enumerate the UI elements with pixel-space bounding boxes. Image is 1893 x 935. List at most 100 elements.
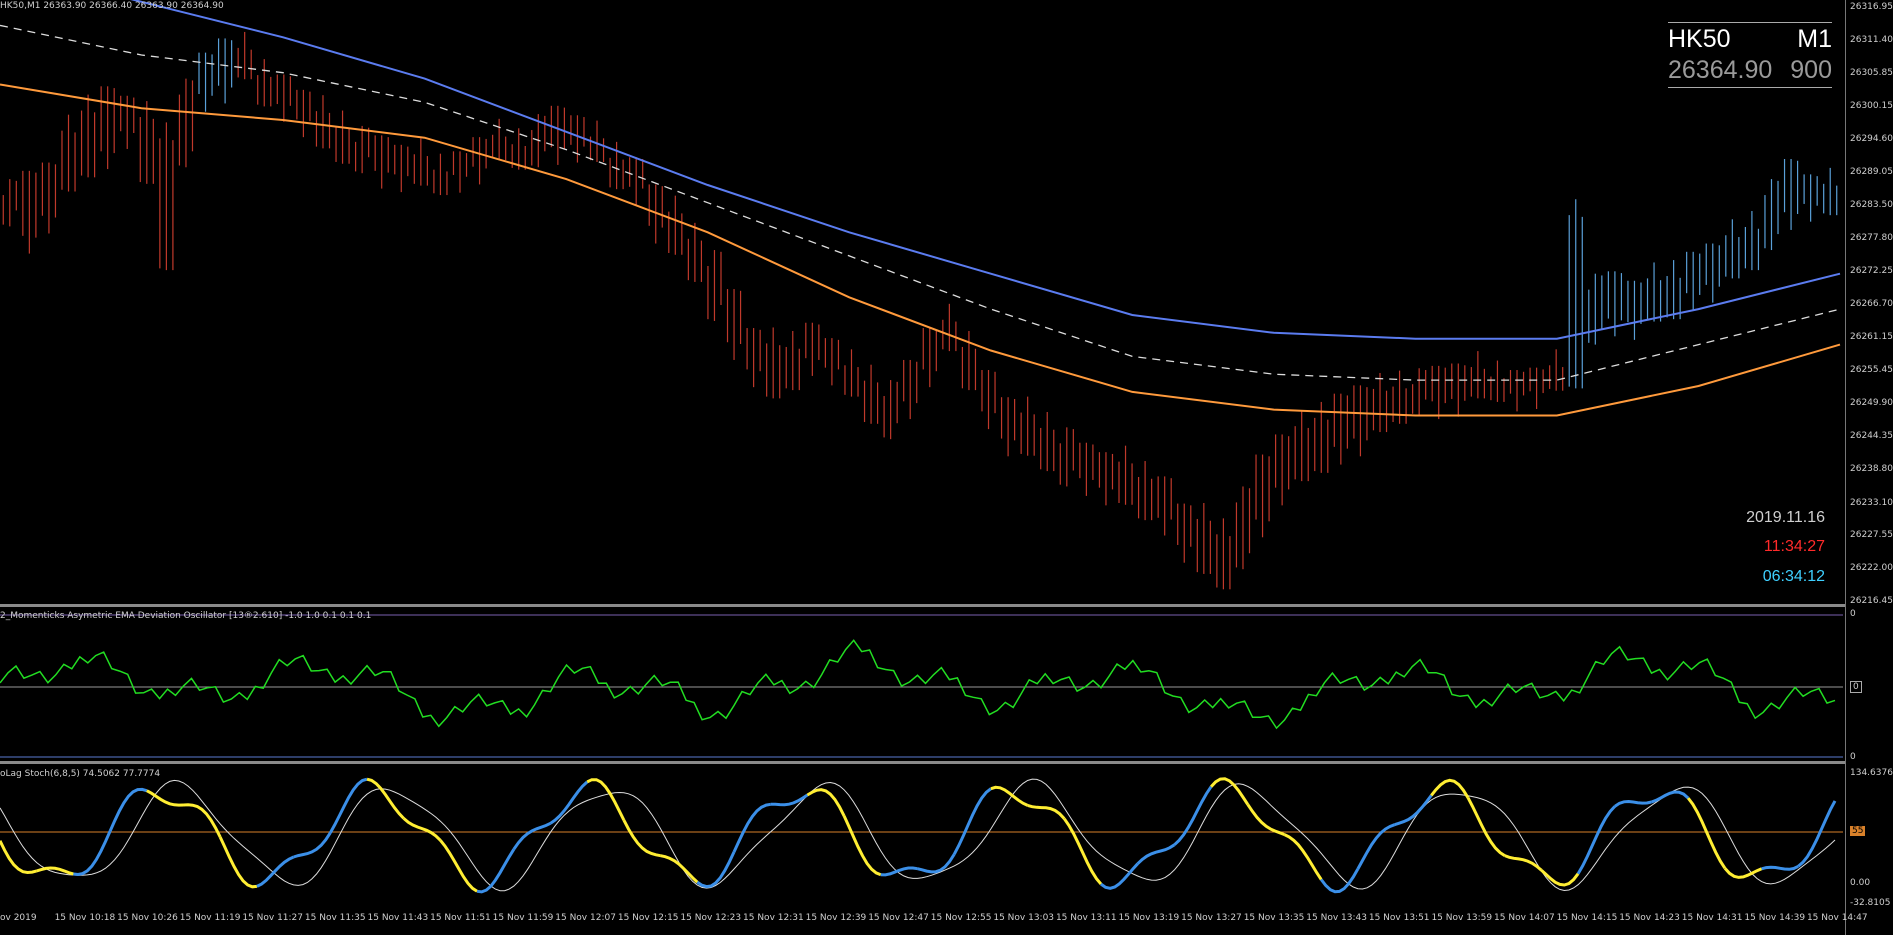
panel-separator-2[interactable] xyxy=(0,761,1845,764)
time-tick-label: 15 Nov 14:31 xyxy=(1681,913,1743,923)
price-tick-label: 26261.15 xyxy=(1850,331,1893,342)
time-tick-label: 15 Nov 10:18 xyxy=(54,913,116,923)
stoch-panel xyxy=(0,777,1843,894)
stoch-main-segment xyxy=(806,788,846,817)
symbol-box: HK50 M1 26364.90 900 xyxy=(1668,22,1832,88)
time-tick-label: 15 Nov 14:15 xyxy=(1556,913,1618,923)
clock-time-red: 11:34:27 xyxy=(1763,538,1825,555)
time-tick-label: 15 Nov 12:23 xyxy=(680,913,742,923)
stoch-main-segment xyxy=(108,787,148,832)
price-tick-label: 26277.80 xyxy=(1850,233,1893,244)
time-tick-label: 15 Nov 11:51 xyxy=(430,913,491,923)
stoch-main-segment xyxy=(917,853,956,874)
stoch-main-segment xyxy=(1723,867,1763,879)
stoch-main-segment xyxy=(1210,777,1250,806)
price-tick-label: 26289.05 xyxy=(1850,166,1893,177)
stoch-axis-zero: 0.00 xyxy=(1850,878,1871,888)
price-tick-label: 26316.95 xyxy=(1850,2,1893,12)
stoch-main-segment xyxy=(732,802,771,853)
time-tick-label: 15 Nov 14:23 xyxy=(1619,913,1680,923)
stoch-main-segment xyxy=(1797,800,1837,868)
ema-line xyxy=(0,83,1841,417)
panel-separator-1[interactable] xyxy=(0,604,1845,607)
time-tick-label: 15 Nov 13:35 xyxy=(1243,913,1305,923)
price-tick-label: 26294.60 xyxy=(1850,134,1893,145)
symbol-ohlc-header: HK50,M1 26363.90 26366.40 26363.90 26364… xyxy=(0,1,224,11)
stoch-main-segment xyxy=(36,866,74,876)
stoch-main-segment xyxy=(256,855,295,888)
price-tick-label: 26300.15 xyxy=(1850,101,1893,112)
price-tick-label: 26233.10 xyxy=(1850,497,1893,508)
time-tick-label: 15 Nov 14:39 xyxy=(1744,913,1806,923)
stoch-main-segment xyxy=(1576,805,1616,875)
stoch-main-segment xyxy=(512,821,552,851)
time-tick-label: 15 Nov 13:11 xyxy=(1055,913,1117,923)
time-tick-label: 15 Nov 10:26 xyxy=(117,913,178,923)
price-tick-label: 26283.50 xyxy=(1850,199,1893,210)
stoch-main-segment xyxy=(293,831,332,859)
time-tick-label: 15 Nov 13:03 xyxy=(993,913,1055,923)
stoch-main-segment xyxy=(696,851,736,889)
time-tick-label: 15 Nov 12:31 xyxy=(743,913,804,923)
stoch-title: oLag Stoch(6,8,5) 74.5062 77.7774 xyxy=(0,769,161,779)
clock-time-cyan: 06:34:12 xyxy=(1762,568,1825,585)
price-tick-label: 26249.90 xyxy=(1850,398,1893,409)
time-tick-label: 15 Nov 12:47 xyxy=(868,913,929,923)
stoch-main-segment xyxy=(1687,797,1727,870)
osc-axis-top: 0 xyxy=(1850,609,1856,619)
time-tick-label: 15 Nov 12:15 xyxy=(617,913,679,923)
stoch-level-label: 55 xyxy=(1850,826,1866,836)
oscillator-line xyxy=(0,639,1836,730)
stoch-main-segment xyxy=(366,777,405,820)
price-tick-label: 26222.00 xyxy=(1850,563,1893,574)
price-tick-label: 26266.70 xyxy=(1850,299,1893,309)
bid-price: 26364.90 xyxy=(1668,56,1773,84)
price-tick-label: 26305.85 xyxy=(1850,67,1893,78)
stoch-axis-top: 134.6376 xyxy=(1850,768,1893,778)
symbol-name: HK50 xyxy=(1668,25,1731,53)
stoch-signal-line xyxy=(0,778,1836,892)
price-axis-line xyxy=(1845,0,1846,935)
osc-axis-bottom: 0 xyxy=(1850,752,1856,762)
stoch-main-segment xyxy=(1613,799,1652,808)
osc-axis-mid: 0 xyxy=(1850,681,1862,693)
stoch-main-segment xyxy=(1650,790,1690,804)
time-tick-label: 15 Nov 11:27 xyxy=(242,913,304,923)
price-tick-label: 26238.80 xyxy=(1850,463,1893,474)
time-tick-label: 15 Nov 14:07 xyxy=(1494,913,1555,923)
price-tick-label: 26227.55 xyxy=(1850,530,1893,541)
ema-line xyxy=(130,0,1841,340)
price-bars xyxy=(2,31,1838,590)
stoch-main-segment xyxy=(1466,797,1506,857)
stoch-axis-bottom: -32.8105 xyxy=(1850,898,1891,908)
stoch-main-segment xyxy=(476,848,516,894)
time-tick-label: 15 Nov 11:59 xyxy=(492,913,554,923)
time-tick-label: 15 Nov 12:07 xyxy=(555,913,616,923)
stoch-main-segment xyxy=(1283,833,1323,881)
time-tick-label: 15 Nov 12:55 xyxy=(930,913,992,923)
stoch-main-segment xyxy=(439,839,478,893)
time-tick-label: 15 Nov 13:59 xyxy=(1431,913,1493,923)
stoch-main-segment xyxy=(586,778,626,821)
time-tick-label: 15 Nov 11:35 xyxy=(304,913,366,923)
time-tick-label: ov 2019 xyxy=(0,913,37,923)
stoch-main-segment xyxy=(990,785,1029,807)
price-tick-label: 26311.40 xyxy=(1850,34,1893,45)
stoch-main-segment xyxy=(402,817,442,842)
time-tick-label: 15 Nov 13:19 xyxy=(1118,913,1180,923)
time-tick-label: 15 Nov 14:47 xyxy=(1806,913,1868,923)
time-tick-label: 15 Nov 11:19 xyxy=(179,913,241,923)
stoch-main-segment xyxy=(880,866,918,877)
stoch-main-segment xyxy=(1063,817,1103,886)
stoch-main-segment xyxy=(770,793,809,807)
stoch-main-segment xyxy=(1761,864,1799,871)
price-tick-label: 26255.45 xyxy=(1850,365,1893,376)
stoch-main-segment xyxy=(842,815,882,877)
stoch-main-segment xyxy=(1136,843,1176,865)
price-tick-label: 26272.25 xyxy=(1850,266,1893,277)
price-tick-label: 26216.45 xyxy=(1850,596,1893,606)
timeframe: M1 xyxy=(1797,25,1832,53)
time-tick-label: 15 Nov 13:51 xyxy=(1368,913,1430,923)
spread-value: 900 xyxy=(1790,56,1832,84)
oscillator-title: 2_Momenticks Asymetric EMA Deviation Osc… xyxy=(0,611,372,621)
